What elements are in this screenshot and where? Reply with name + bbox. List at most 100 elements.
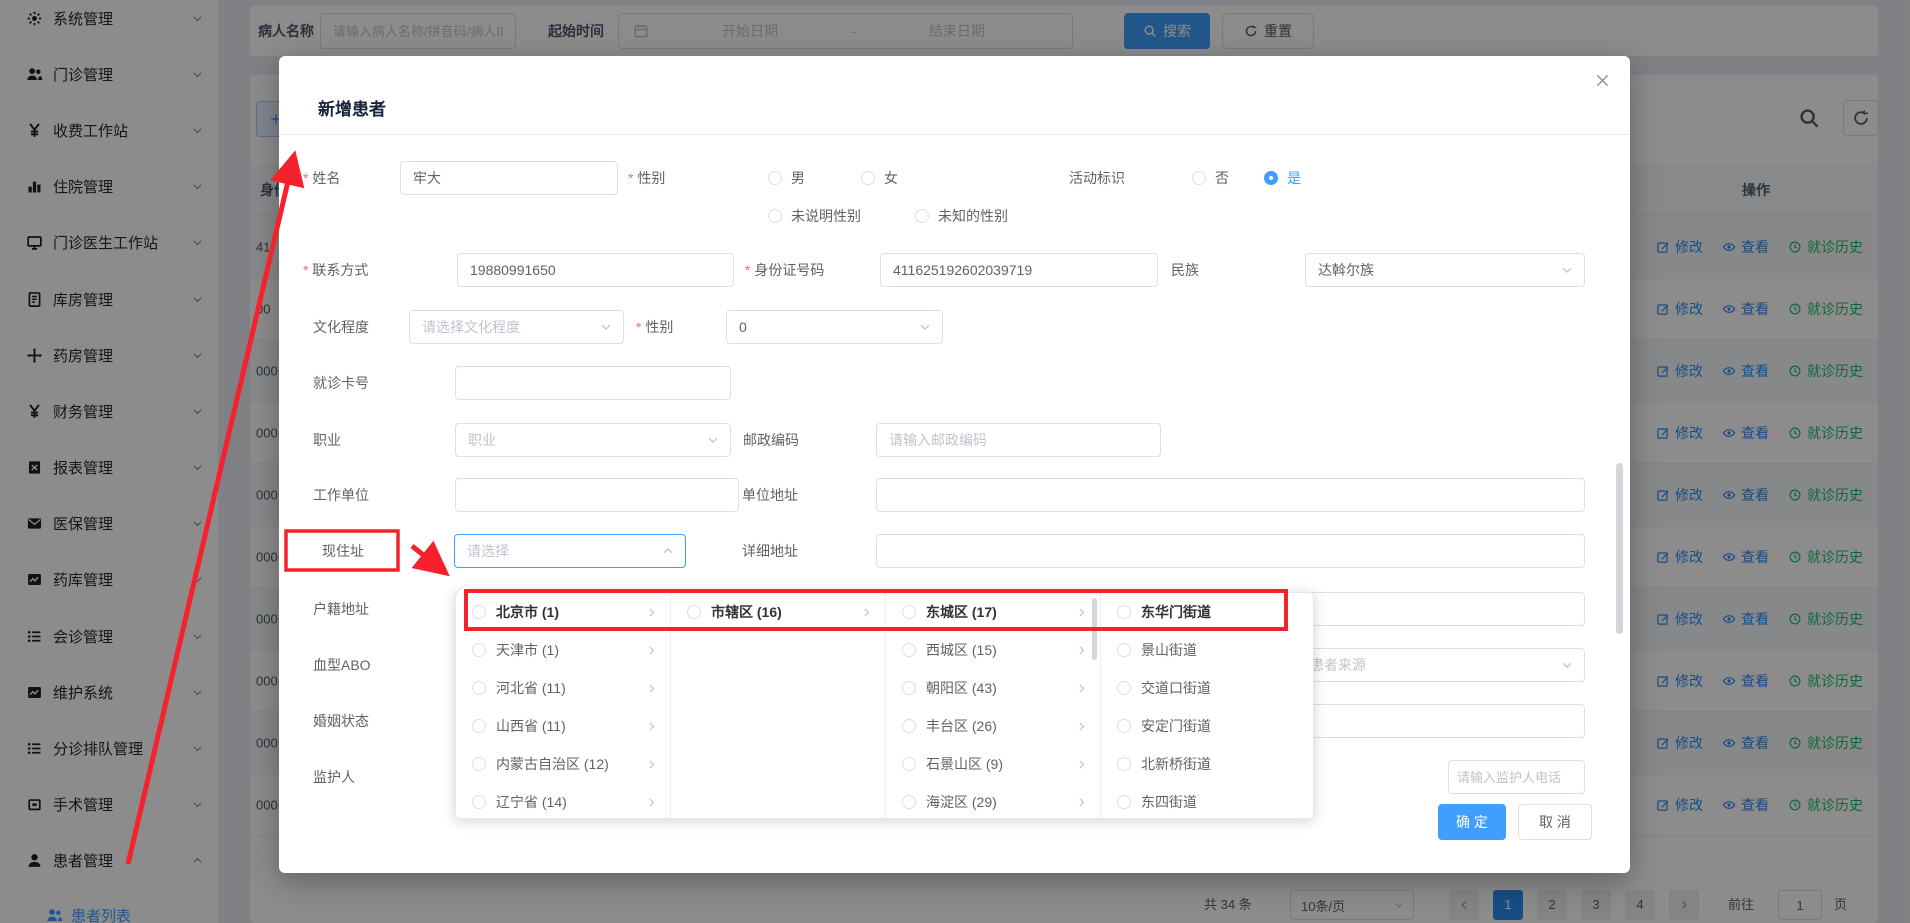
chevron-right-icon (645, 720, 658, 733)
radio-yes[interactable] (1264, 171, 1278, 185)
chevron-up-icon (661, 544, 675, 558)
radio-icon[interactable] (472, 795, 486, 809)
radio-icon[interactable] (902, 719, 916, 733)
close-icon[interactable] (1594, 72, 1611, 89)
postal-code-input[interactable] (876, 423, 1161, 457)
screen: 系统管理门诊管理收费工作站住院管理门诊医生工作站库房管理药房管理财务管理报表管理… (0, 0, 1910, 923)
radio-no[interactable] (1192, 171, 1206, 185)
radio-male-label[interactable]: 男 (791, 168, 805, 188)
occupation-label: 职业 (313, 430, 341, 450)
cascader-option[interactable]: 辽宁省 (14) (456, 783, 670, 819)
visit-card-input[interactable] (455, 366, 731, 400)
cascader-option-label: 丰台区 (26) (926, 716, 997, 736)
radio-icon[interactable] (472, 719, 486, 733)
radio-icon[interactable] (902, 681, 916, 695)
cascader-option[interactable]: 东城区 (17) (886, 593, 1100, 631)
cascader-option[interactable]: 交道口街道 (1101, 669, 1313, 707)
chevron-right-icon (1075, 720, 1088, 733)
cascader-option[interactable]: 山西省 (11) (456, 707, 670, 745)
radio-icon[interactable] (687, 605, 701, 619)
chevron-right-icon (1075, 682, 1088, 695)
cascader-column: 东华门街道景山街道交道口街道安定门街道北新桥街道东四街道 (1101, 593, 1313, 818)
radio-female-label[interactable]: 女 (884, 168, 898, 188)
radio-no-label[interactable]: 否 (1215, 168, 1229, 188)
radio-icon[interactable] (472, 643, 486, 657)
contact-input[interactable] (457, 253, 734, 287)
radio-icon[interactable] (902, 757, 916, 771)
radio-icon[interactable] (472, 605, 486, 619)
occupation-select[interactable]: 职业 (455, 423, 731, 457)
confirm-button[interactable]: 确 定 (1438, 804, 1506, 840)
guardian-phone-input[interactable] (1448, 760, 1585, 794)
radio-icon[interactable] (1117, 643, 1131, 657)
cascader-option[interactable]: 市辖区 (16) (671, 593, 885, 631)
ethnicity-select[interactable]: 达斡尔族 (1305, 253, 1585, 287)
scrollbar-thumb[interactable] (1092, 598, 1097, 660)
employer-address-label: 单位地址 (742, 485, 798, 505)
cascader-option[interactable]: 丰台区 (26) (886, 707, 1100, 745)
radio-icon[interactable] (1117, 719, 1131, 733)
cascader-option[interactable]: 天津市 (1) (456, 631, 670, 669)
cascader-option[interactable]: 北京市 (1) (456, 593, 670, 631)
dialog-title: 新增患者 (318, 95, 386, 120)
radio-icon[interactable] (472, 681, 486, 695)
gender-code-select[interactable]: 0 (726, 310, 943, 344)
radio-icon[interactable] (1117, 681, 1131, 695)
dialog-scrollbar[interactable] (1616, 463, 1623, 634)
radio-female[interactable] (861, 171, 875, 185)
cascader-option-label: 朝阳区 (43) (926, 678, 997, 698)
radio-unstated-gender-label[interactable]: 未说明性别 (791, 206, 861, 226)
radio-male[interactable] (768, 171, 782, 185)
cascader-option[interactable]: 西城区 (15) (886, 631, 1100, 669)
radio-unknown-gender-label[interactable]: 未知的性别 (938, 206, 1008, 226)
radio-icon[interactable] (902, 795, 916, 809)
gender-label: 性别 (628, 168, 665, 188)
cascader-option-label: 东城区 (17) (926, 602, 997, 622)
radio-icon[interactable] (472, 757, 486, 771)
radio-icon[interactable] (1117, 605, 1131, 619)
radio-unknown-gender[interactable] (915, 209, 929, 223)
detail-address-input[interactable] (876, 534, 1585, 568)
education-label: 文化程度 (313, 317, 369, 337)
education-select[interactable]: 请选择文化程度 (409, 310, 624, 344)
cascader-popup: 北京市 (1)天津市 (1) 河北省 (11) 山西省 (11) 内蒙古自治区 (12… (455, 592, 1314, 819)
radio-yes-label[interactable]: 是 (1287, 168, 1301, 188)
radio-unstated-gender[interactable] (768, 209, 782, 223)
cascader-option[interactable]: 北新桥街道 (1101, 745, 1313, 783)
cascader-option-label: 内蒙古自治区 (12) (496, 754, 609, 774)
chevron-down-icon (918, 320, 932, 334)
chevron-down-icon (706, 433, 720, 447)
visit-card-label: 就诊卡号 (313, 373, 369, 393)
cascader-option-label: 交道口街道 (1141, 678, 1211, 698)
employer-address-input[interactable] (876, 478, 1585, 512)
chevron-right-icon (1075, 644, 1088, 657)
cascader-column: 北京市 (1)天津市 (1) 河北省 (11) 山西省 (11) 内蒙古自治区 (12… (456, 593, 671, 818)
cascader-option[interactable]: 内蒙古自治区 (12) (456, 745, 670, 783)
ethnicity-value: 达斡尔族 (1318, 260, 1560, 280)
cascader-option[interactable]: 河北省 (11) (456, 669, 670, 707)
cascader-option[interactable]: 朝阳区 (43) (886, 669, 1100, 707)
postal-code-label: 邮政编码 (743, 430, 799, 450)
name-input[interactable] (400, 161, 618, 195)
cascader-option[interactable]: 安定门街道 (1101, 707, 1313, 745)
cancel-button[interactable]: 取 消 (1518, 804, 1592, 840)
cascader-option[interactable]: 东四街道 (1101, 783, 1313, 819)
chevron-right-icon (860, 606, 873, 619)
detail-address-label: 详细地址 (742, 541, 798, 561)
cascader-option[interactable]: 海淀区 (29) (886, 783, 1100, 819)
radio-icon[interactable] (1117, 795, 1131, 809)
cascader-option-label: 北新桥街道 (1141, 754, 1211, 774)
education-placeholder: 请选择文化程度 (422, 317, 599, 337)
employer-input[interactable] (455, 478, 739, 512)
current-address-cascader[interactable]: 请选择 (454, 534, 686, 568)
radio-icon[interactable] (1117, 757, 1131, 771)
cascader-option[interactable]: 景山街道 (1101, 631, 1313, 669)
cascader-option[interactable]: 东华门街道 (1101, 593, 1313, 631)
radio-icon[interactable] (902, 643, 916, 657)
cascader-option-label: 河北省 (11) (496, 678, 566, 698)
name-label: 姓名 (303, 168, 340, 188)
radio-icon[interactable] (902, 605, 916, 619)
id-number-input[interactable] (880, 253, 1158, 287)
cascader-option-label: 西城区 (15) (926, 640, 997, 660)
cascader-option[interactable]: 石景山区 (9) (886, 745, 1100, 783)
